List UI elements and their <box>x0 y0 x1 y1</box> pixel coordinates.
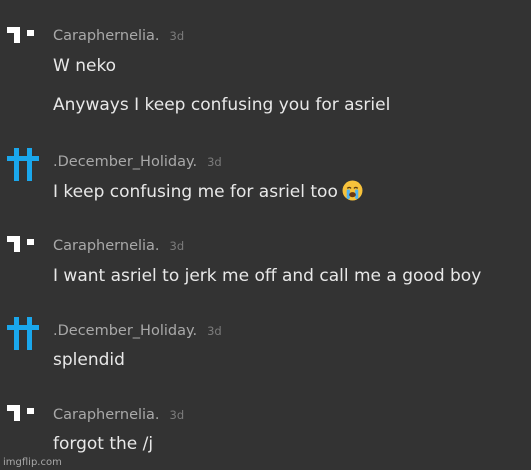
pixel-cat-icon <box>7 405 34 421</box>
timestamp[interactable]: 3d <box>207 324 222 338</box>
message-header: .December_Holiday. 3d <box>53 153 222 171</box>
message-text: W neko <box>53 56 117 76</box>
message-text: splendid <box>53 350 125 370</box>
watermark: imgflip.com <box>3 457 62 468</box>
message-text: I keep confusing me for asriel too <box>53 180 363 207</box>
loudly-crying-face-emoji <box>342 180 363 207</box>
blue-double-cross-icon <box>7 317 39 350</box>
message-text: forgot the /j <box>53 434 154 454</box>
timestamp[interactable]: 3d <box>170 239 185 253</box>
message-header: .December_Holiday. 3d <box>53 322 222 340</box>
timestamp[interactable]: 3d <box>170 29 185 43</box>
username[interactable]: .December_Holiday. <box>53 154 197 170</box>
avatar[interactable] <box>7 233 39 265</box>
message-header: Caraphernelia. 3d <box>53 27 184 45</box>
avatar[interactable] <box>7 148 39 181</box>
avatar[interactable] <box>7 317 39 350</box>
message-header: Caraphernelia. 3d <box>53 237 184 255</box>
message-header: Caraphernelia. 3d <box>53 406 184 424</box>
username[interactable]: Caraphernelia. <box>53 238 160 254</box>
pixel-cat-icon <box>7 27 34 43</box>
avatar[interactable] <box>7 24 39 56</box>
message-text: Anyways I keep confusing you for asriel <box>53 95 391 115</box>
username[interactable]: Caraphernelia. <box>53 407 160 423</box>
pixel-cat-icon <box>7 236 34 252</box>
timestamp[interactable]: 3d <box>207 155 222 169</box>
blue-double-cross-icon <box>7 148 39 181</box>
message-text: I want asriel to jerk me off and call me… <box>53 266 482 286</box>
avatar[interactable] <box>7 402 39 434</box>
username[interactable]: Caraphernelia. <box>53 28 160 44</box>
message-text-content: I keep confusing me for asriel too <box>53 182 338 202</box>
username[interactable]: .December_Holiday. <box>53 323 197 339</box>
timestamp[interactable]: 3d <box>170 408 185 422</box>
